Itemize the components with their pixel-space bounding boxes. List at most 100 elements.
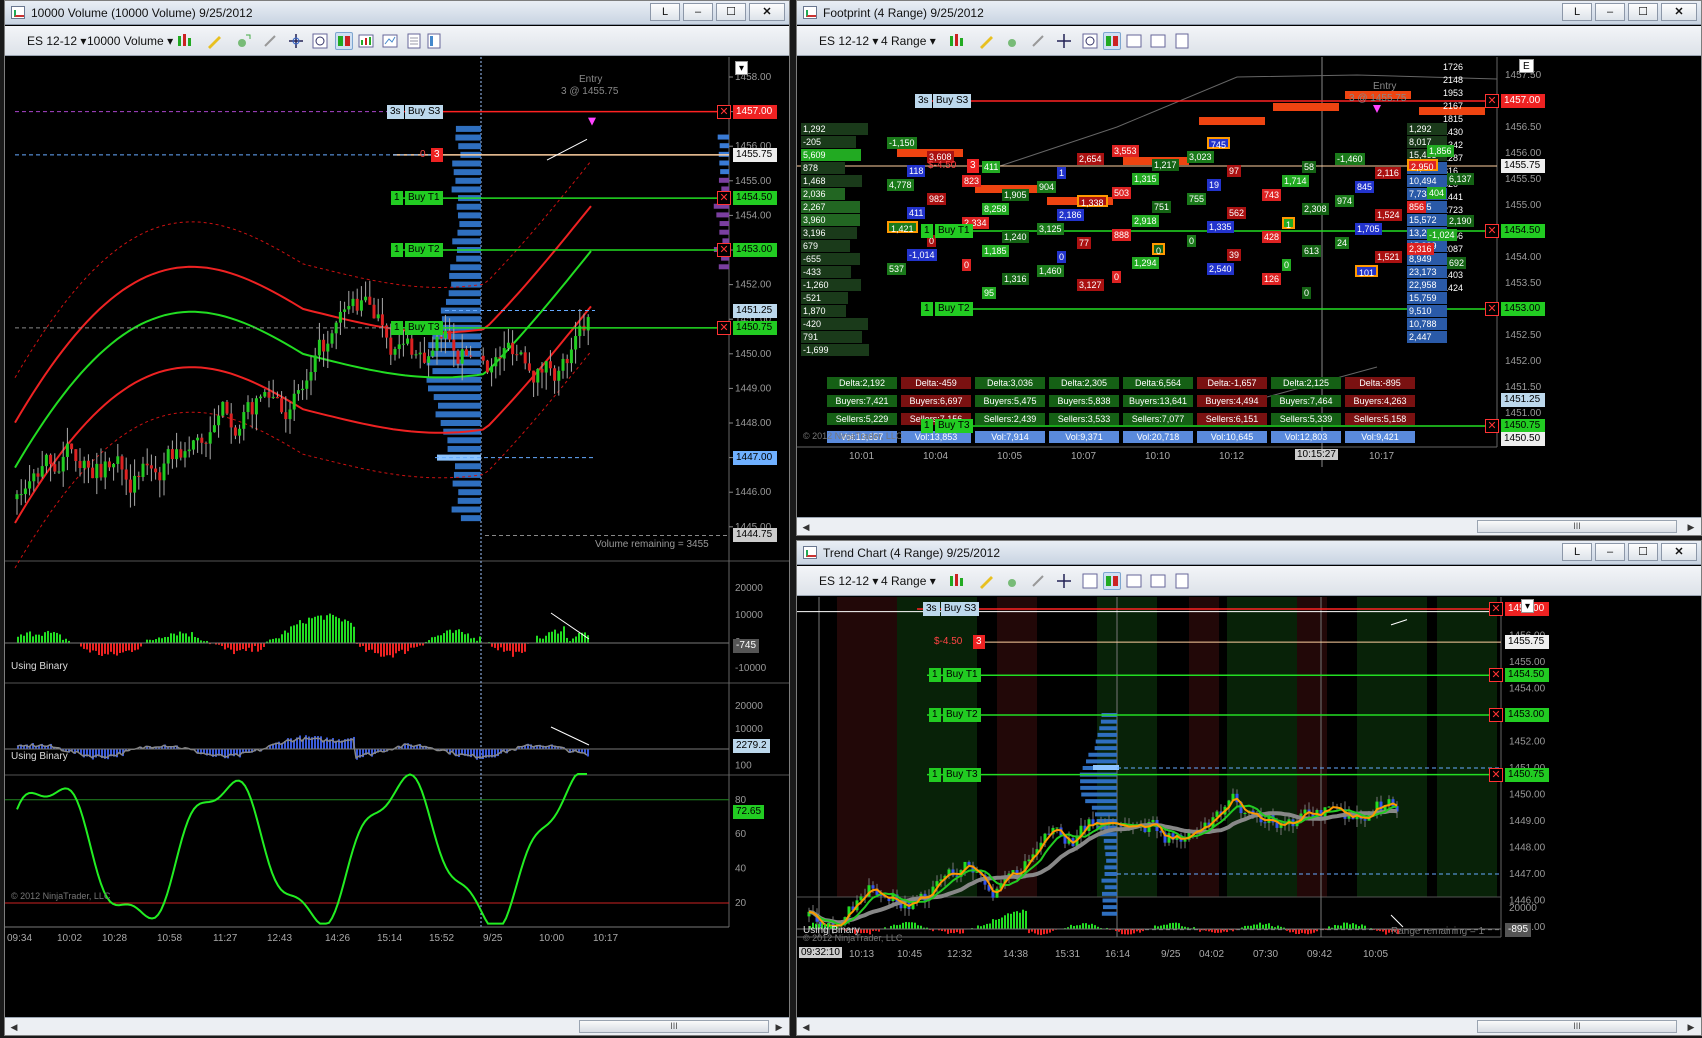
price-panel[interactable]: 1458.001457.001456.001455.001454.001453.… — [5, 57, 789, 1017]
crosshair-icon[interactable] — [1055, 32, 1073, 50]
order-tag-s3-label[interactable]: Buy S3 — [941, 602, 980, 616]
zoom-icon[interactable] — [1081, 32, 1099, 50]
minimize-button[interactable]: – — [1595, 3, 1625, 21]
cancel-order-icon[interactable]: ✕ — [1489, 668, 1503, 683]
minimize-button[interactable]: – — [1595, 543, 1625, 561]
scroll-left-arrow-icon[interactable]: ◀ — [800, 521, 812, 533]
cancel-order-icon[interactable]: ✕ — [1485, 224, 1499, 238]
scroll-thumb[interactable]: III — [1477, 520, 1677, 533]
order-tag-s3-qty[interactable]: 3s — [923, 602, 940, 616]
order-tag-t2-label[interactable]: Buy T2 — [943, 708, 981, 722]
cancel-order-icon[interactable]: ✕ — [1489, 602, 1503, 616]
zoom-icon[interactable] — [1081, 572, 1099, 590]
interval-selector[interactable]: 10000 Volume ▾ — [87, 32, 173, 50]
titlebar[interactable]: Trend Chart (4 Range) 9/25/2012 L – ☐ ✕ — [797, 541, 1701, 565]
order-tag-t2-label[interactable]: Buy T2 — [405, 243, 443, 257]
order-tag-t3-qty[interactable]: 1 — [391, 320, 403, 335]
tool-icon[interactable] — [261, 32, 279, 50]
interval-selector[interactable]: 4 Range ▾ — [881, 572, 936, 590]
order-tag-t1-label[interactable]: Buy T1 — [935, 224, 973, 238]
scroll-left-arrow-icon[interactable]: ◀ — [8, 1021, 20, 1033]
cancel-order-icon[interactable]: ✕ — [717, 243, 731, 257]
maximize-button[interactable]: ☐ — [1628, 3, 1658, 21]
order-tag-t3-label[interactable]: Buy T3 — [405, 320, 443, 335]
properties-icon[interactable] — [1173, 32, 1191, 50]
cancel-order-icon[interactable]: ✕ — [717, 104, 731, 119]
data-box-icon[interactable] — [1149, 32, 1167, 50]
horizontal-scrollbar[interactable]: ◀ III ▶ — [797, 1017, 1701, 1035]
order-tag-t1-qty[interactable]: 1 — [921, 224, 933, 238]
cancel-order-icon[interactable]: ✕ — [1489, 767, 1503, 782]
link-button[interactable]: L — [650, 3, 680, 21]
footprint-panel[interactable]: 1457.501457.001456.501456.001455.501455.… — [797, 57, 1701, 517]
close-button[interactable]: ✕ — [1661, 543, 1697, 561]
order-tag-t1-label[interactable]: Buy T1 — [405, 191, 443, 206]
order-tag-s3-label[interactable]: Buy S3 — [405, 104, 444, 119]
order-tag-t3-label[interactable]: Buy T3 — [943, 767, 981, 782]
horizontal-scrollbar[interactable]: ◀ III ▶ — [797, 517, 1701, 535]
scroll-thumb[interactable]: III — [1477, 1020, 1677, 1033]
position-count-badge[interactable]: 3 — [973, 635, 985, 650]
titlebar[interactable]: Footprint (4 Range) 9/25/2012 L – ☐ ✕ — [797, 1, 1701, 25]
order-tag-t1-label[interactable]: Buy T1 — [943, 668, 981, 683]
indicators-icon[interactable] — [357, 32, 375, 50]
bar-type-icon[interactable] — [175, 32, 193, 50]
add-strategy-icon[interactable] — [1005, 32, 1023, 50]
zoom-icon[interactable] — [311, 32, 329, 50]
order-tag-t1-qty[interactable]: 1 — [391, 191, 403, 206]
scroll-thumb[interactable]: III — [579, 1020, 769, 1033]
close-button[interactable]: ✕ — [749, 3, 785, 21]
scroll-right-arrow-icon[interactable]: ▶ — [1685, 521, 1697, 533]
crosshair-icon[interactable] — [1055, 572, 1073, 590]
cancel-order-icon[interactable]: ✕ — [1489, 708, 1503, 722]
cancel-order-icon[interactable]: ✕ — [717, 320, 731, 335]
bar-type-icon[interactable] — [947, 32, 965, 50]
order-tag-t1-qty[interactable]: 1 — [929, 668, 941, 683]
order-tag-s3-qty[interactable]: 3s — [915, 94, 932, 108]
scroll-right-arrow-icon[interactable]: ▶ — [1685, 1021, 1697, 1033]
order-tag-s3-qty[interactable]: 3s — [387, 104, 404, 119]
indicators-icon[interactable] — [1125, 32, 1143, 50]
scroll-left-arrow-icon[interactable]: ◀ — [800, 1021, 812, 1033]
order-tag-t3-qty[interactable]: 1 — [921, 419, 933, 433]
cancel-order-icon[interactable]: ✕ — [1485, 419, 1499, 433]
order-tag-t2-label[interactable]: Buy T2 — [935, 302, 973, 316]
order-tag-t2-qty[interactable]: 1 — [929, 708, 941, 722]
tool-icon[interactable] — [1029, 32, 1047, 50]
titlebar[interactable]: 10000 Volume (10000 Volume) 9/25/2012 L … — [5, 1, 789, 25]
properties-icon[interactable] — [1173, 572, 1191, 590]
chart-trader-icon[interactable] — [1103, 572, 1121, 590]
crosshair-icon[interactable] — [287, 32, 305, 50]
add-strategy-icon[interactable] — [1005, 572, 1023, 590]
scale-dropdown-icon[interactable]: E — [1519, 59, 1534, 73]
cancel-order-icon[interactable]: ✕ — [1485, 302, 1499, 316]
link-button[interactable]: L — [1562, 3, 1592, 21]
scroll-right-arrow-icon[interactable]: ▶ — [773, 1021, 785, 1033]
tool-icon[interactable] — [1029, 572, 1047, 590]
close-button[interactable]: ✕ — [1661, 3, 1697, 21]
scale-dropdown-icon[interactable]: ▾ — [1521, 599, 1535, 613]
order-tag-t2-qty[interactable]: 1 — [921, 302, 933, 316]
drawing-tool-icon[interactable] — [977, 32, 995, 50]
chart-trader-icon[interactable] — [1103, 32, 1121, 50]
interval-selector[interactable]: 4 Range ▾ — [881, 32, 936, 50]
position-count-badge[interactable]: 3 — [431, 147, 443, 162]
data-box-icon[interactable] — [381, 32, 399, 50]
link-button[interactable]: L — [1562, 543, 1592, 561]
instrument-selector[interactable]: ES 12-12 ▾ — [819, 572, 878, 590]
instrument-selector[interactable]: ES 12-12 ▾ — [819, 32, 878, 50]
position-count-badge[interactable]: 3 — [967, 159, 979, 173]
properties-icon[interactable] — [425, 32, 443, 50]
add-strategy-icon[interactable] — [235, 32, 253, 50]
templates-icon[interactable] — [405, 32, 423, 50]
horizontal-scrollbar[interactable]: ◀ III ▶ — [5, 1017, 789, 1035]
trend-panel[interactable]: 1457.001456.001455.001454.001453.001452.… — [797, 597, 1701, 1017]
maximize-button[interactable]: ☐ — [1628, 543, 1658, 561]
cancel-order-icon[interactable]: ✕ — [717, 191, 731, 206]
drawing-tool-icon[interactable] — [977, 572, 995, 590]
order-tag-s3-label[interactable]: Buy S3 — [933, 94, 972, 108]
bar-type-icon[interactable] — [947, 572, 965, 590]
chart-trader-icon[interactable] — [335, 32, 353, 50]
scale-dropdown-icon[interactable]: ▾ — [735, 61, 749, 75]
cancel-order-icon[interactable]: ✕ — [1485, 94, 1499, 108]
